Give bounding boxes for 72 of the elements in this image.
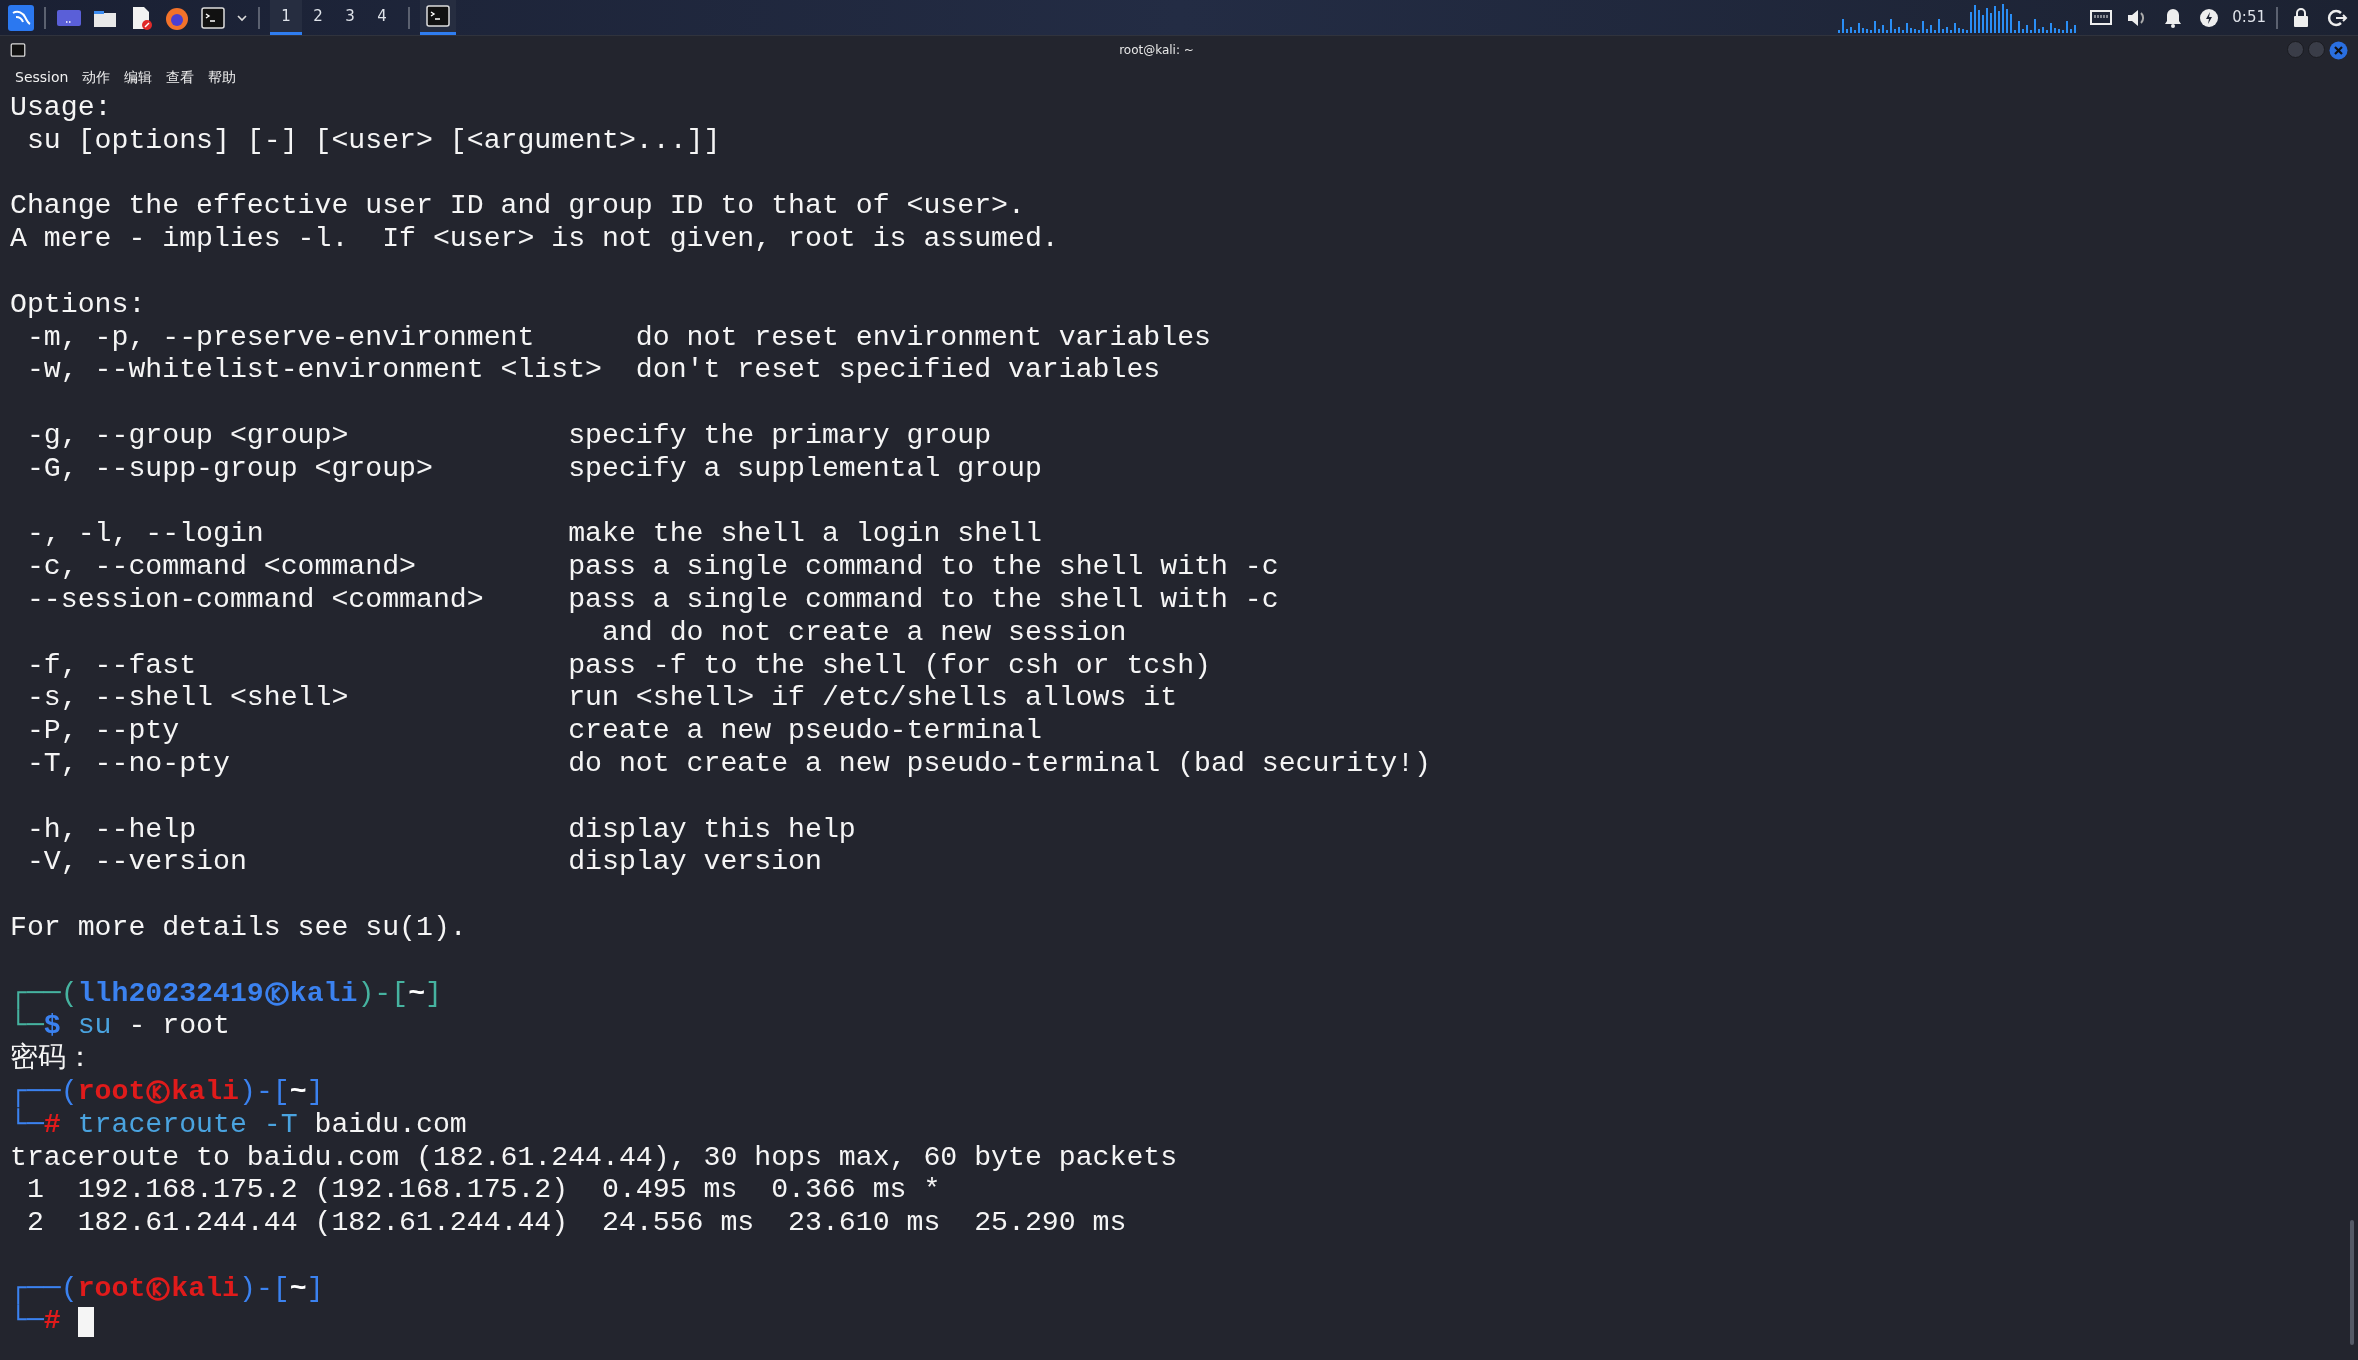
scrollbar-thumb[interactable] — [2350, 1220, 2354, 1345]
prompt-symbol: # — [43, 1108, 61, 1142]
terminal-icon — [425, 3, 451, 29]
workspace-button[interactable]: 3 — [334, 0, 366, 35]
prompt-frame: ┌──( — [10, 1075, 78, 1109]
prompt-frame: )-[ — [357, 977, 409, 1011]
prompt-symbol: # — [43, 1305, 61, 1339]
prompt-user: llh20232419 — [77, 977, 264, 1011]
prompt-frame: └─ — [10, 1305, 44, 1339]
output-line: su [options] [-] [<user> [<argument>...]] — [25, 124, 721, 158]
terminal-icon[interactable] — [200, 4, 226, 31]
output-line: -c, --command <command> pass a single command to the shell with -c — [25, 551, 1279, 584]
output-line: A mere - implies -l. If <user> is not given, root is assumed. — [10, 223, 1059, 256]
output-line: Usage: — [10, 92, 112, 125]
command-name: su — [77, 1010, 112, 1044]
close-button[interactable] — [2329, 40, 2348, 60]
circled-symbol-icon — [145, 1276, 172, 1303]
circled-symbol-icon — [145, 1079, 172, 1106]
output-line: For more details see su(1). — [10, 911, 467, 945]
output-line: -s, --shell <shell> run <shell> if /etc/shells allows it — [25, 682, 1178, 716]
output-line: Change the effective user ID and group ID to that of <user>. — [10, 190, 1025, 224]
command-arguments: - root — [128, 1010, 230, 1044]
prompt-symbol: $ — [43, 1010, 61, 1044]
prompt-frame: └─ — [10, 1108, 44, 1142]
menu-item[interactable]: 帮助 — [201, 66, 244, 88]
workspace-button[interactable]: 1 — [270, 0, 302, 35]
prompt-frame: ┌──( — [10, 977, 78, 1011]
output-line: -, -l, --login make the shell a login shell — [25, 518, 1042, 552]
output-line: -P, --pty create a new pseudo-terminal — [25, 715, 1042, 748]
command-arguments: baidu.com — [314, 1108, 467, 1142]
prompt-frame: ] — [306, 1272, 324, 1306]
prompt-user: root — [77, 1075, 146, 1109]
output-line: -V, --version display version — [25, 846, 822, 880]
output-line: -f, --fast pass -f to the shell (for csh or tcsh) — [25, 649, 1211, 683]
output-line: -w, --whitelist-environment <list> don't reset specified variables — [25, 354, 1161, 388]
output-line: --session-command <command> pass a single command to the shell with -c — [25, 583, 1279, 617]
terminal-task-button[interactable] — [420, 0, 456, 35]
menu-item[interactable]: 动作 — [75, 66, 118, 88]
prompt-frame: ] — [425, 977, 442, 1011]
command-name: traceroute -T — [77, 1108, 298, 1142]
output-line: and do not create a new session — [601, 616, 1127, 650]
prompt-user: root — [77, 1272, 146, 1306]
prompt-host: kali — [171, 1075, 239, 1109]
prompt-directory: ~ — [289, 1272, 307, 1306]
output-line: 密码： — [10, 1043, 94, 1076]
menu-item[interactable]: 查看 — [159, 66, 202, 88]
window-title: root@kali: ~ — [1118, 42, 1195, 59]
menu-item[interactable]: Session — [8, 66, 76, 88]
terminal-icon — [10, 42, 26, 58]
prompt-host: kali — [171, 1272, 239, 1306]
prompt-directory: ~ — [289, 1075, 307, 1109]
output-line: 2 182.61.244.44 (182.61.244.44) 24.556 ms 23.610 ms 25.290 ms — [25, 1207, 1127, 1240]
prompt-frame: ] — [306, 1075, 324, 1109]
output-line: 1 192.168.175.2 (192.168.175.2) 0.495 ms 0.366 ms * — [25, 1174, 941, 1208]
output-line: Options: — [10, 288, 146, 322]
output-line: -T, --no-pty do not create a new pseudo-terminal (bad security!) — [25, 747, 1431, 781]
workspace-button[interactable]: 2 — [302, 0, 334, 35]
prompt-directory: ~ — [408, 977, 426, 1011]
workspace-button[interactable]: 4 — [366, 0, 398, 35]
menu-item[interactable]: 编辑 — [117, 66, 160, 88]
output-line: -h, --help display this help — [25, 813, 856, 847]
clock-text: 0:51 — [2232, 7, 2266, 29]
output-line: -m, -p, --preserve-environment do not reset environment variables — [25, 321, 1211, 355]
output-line: -G, --supp-group <group> specify a supplemental group — [25, 452, 1042, 486]
dragon-logo-icon[interactable] — [8, 4, 34, 31]
output-line: traceroute to baidu.com (182.61.244.44), 30 hops max, 60 byte packets — [10, 1141, 1178, 1175]
output-line: -g, --group <group> specify the primary group — [25, 419, 992, 453]
prompt-frame: )-[ — [239, 1075, 290, 1109]
circled-symbol-icon — [263, 980, 290, 1007]
prompt-host: kali — [289, 977, 358, 1011]
prompt-frame: )-[ — [239, 1272, 290, 1306]
prompt-frame: ┌──( — [10, 1272, 78, 1306]
